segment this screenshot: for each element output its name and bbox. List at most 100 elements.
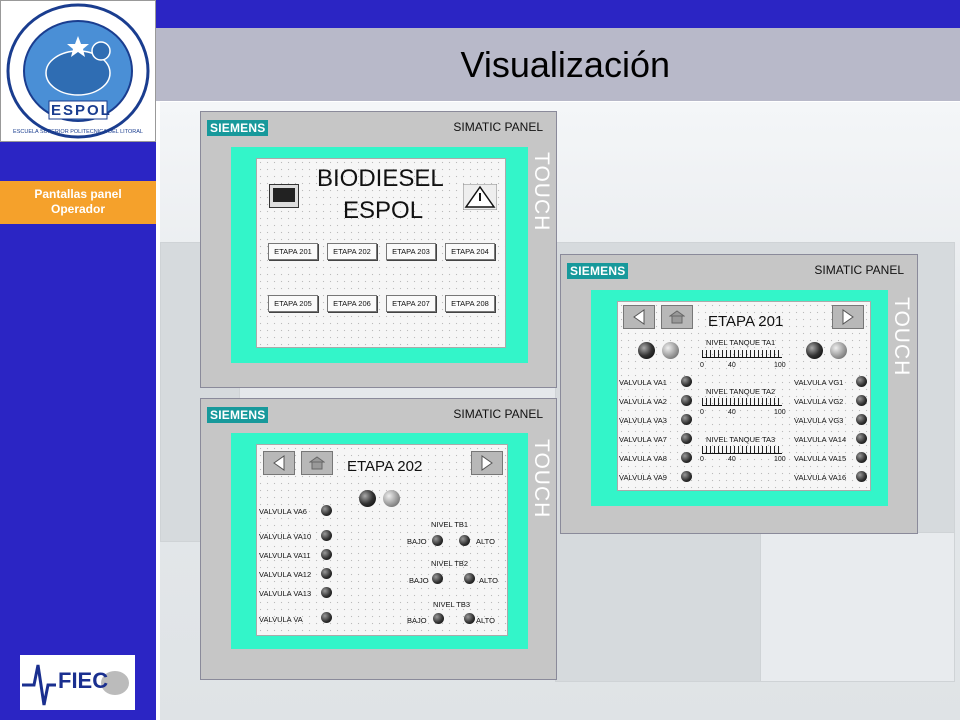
etapa-205-button[interactable]: ETAPA 205 bbox=[268, 295, 318, 312]
valve-label: VALVULA VA7 bbox=[619, 435, 667, 444]
back-button[interactable] bbox=[263, 451, 295, 475]
tank-level-label: NIVEL TANQUE TA3 bbox=[706, 435, 776, 444]
valve-indicator bbox=[321, 530, 332, 541]
home-button[interactable] bbox=[301, 451, 333, 475]
valve-label: VALVULA VA9 bbox=[619, 473, 667, 482]
valve-indicator bbox=[681, 395, 692, 406]
valve-label: VALVULA VA2 bbox=[619, 397, 667, 406]
forward-button[interactable] bbox=[471, 451, 503, 475]
status-indicator bbox=[359, 490, 376, 507]
tick-label: 0 bbox=[700, 362, 704, 369]
valve-indicator bbox=[856, 433, 867, 444]
valve-indicator bbox=[321, 568, 332, 579]
forward-button[interactable] bbox=[832, 305, 864, 329]
status-indicator bbox=[806, 342, 823, 359]
valve-indicator bbox=[681, 376, 692, 387]
level-high-label: ALTO bbox=[476, 616, 495, 625]
home-icon bbox=[669, 310, 685, 324]
warning-icon bbox=[463, 184, 497, 210]
valve-label: VALVULA VA6 bbox=[259, 507, 307, 516]
background-block bbox=[760, 532, 955, 682]
level-high-label: ALTO bbox=[479, 576, 498, 585]
etapa-202-button[interactable]: ETAPA 202 bbox=[327, 243, 377, 260]
tick-label: 0 bbox=[700, 409, 704, 416]
title-band: Visualización bbox=[156, 28, 960, 101]
siemens-brand: SIEMENS bbox=[567, 263, 629, 279]
hmi-panel-etapa-202: SIEMENS SIMATIC PANEL TOUCH ETAPA 202 VA… bbox=[200, 398, 557, 680]
valve-label: VALVULA VA12 bbox=[259, 570, 312, 579]
touch-label: TOUCH bbox=[530, 152, 553, 232]
arrow-left-icon bbox=[633, 309, 645, 325]
level-high-indicator bbox=[464, 573, 475, 584]
simatic-model: SIMATIC PANEL bbox=[453, 407, 543, 421]
back-button[interactable] bbox=[623, 305, 655, 329]
valve-indicator bbox=[321, 612, 332, 623]
tick-label: 40 bbox=[728, 456, 736, 463]
valve-indicator bbox=[856, 414, 867, 425]
arrow-right-icon bbox=[842, 309, 854, 325]
level-low-indicator bbox=[432, 535, 443, 546]
valve-indicator bbox=[681, 452, 692, 463]
touch-label: TOUCH bbox=[890, 297, 913, 377]
siemens-brand: SIEMENS bbox=[207, 407, 269, 423]
sidebar-tag-line2: Operador bbox=[50, 202, 105, 216]
level-low-label: BAJO bbox=[407, 616, 427, 625]
screen-title: ETAPA 202 bbox=[347, 458, 423, 475]
etapa-201-button[interactable]: ETAPA 201 bbox=[268, 243, 318, 260]
computer-icon bbox=[269, 184, 299, 208]
valve-label: VALVULA VG3 bbox=[794, 416, 844, 425]
valve-label: VALVULA VA bbox=[259, 615, 303, 624]
tick-label: 100 bbox=[774, 456, 786, 463]
level-low-indicator bbox=[433, 613, 444, 624]
tick-label: 100 bbox=[774, 362, 786, 369]
valve-label: VALVULA VA1 bbox=[619, 378, 667, 387]
main-title-line1: BIODIESEL bbox=[317, 165, 444, 192]
etapa-204-button[interactable]: ETAPA 204 bbox=[445, 243, 495, 260]
status-indicator bbox=[638, 342, 655, 359]
valve-indicator bbox=[856, 471, 867, 482]
valve-label: VALVULA VA15 bbox=[794, 454, 847, 463]
arrow-right-icon bbox=[481, 455, 493, 471]
tank-level-scale bbox=[702, 350, 782, 358]
tick-label: 0 bbox=[700, 456, 704, 463]
valve-indicator bbox=[681, 471, 692, 482]
status-indicator bbox=[830, 342, 847, 359]
siemens-brand: SIEMENS bbox=[207, 120, 269, 136]
valve-label: VALVULA VA14 bbox=[794, 435, 847, 444]
main-title-line2: ESPOL bbox=[343, 197, 424, 224]
home-button[interactable] bbox=[661, 305, 693, 329]
tank-level-scale bbox=[702, 398, 782, 406]
etapa-207-button[interactable]: ETAPA 207 bbox=[386, 295, 436, 312]
level-label: NIVEL TB2 bbox=[431, 559, 469, 568]
tank-level-label: NIVEL TANQUE TA2 bbox=[706, 387, 776, 396]
screen-title: ETAPA 201 bbox=[708, 313, 784, 330]
level-low-label: BAJO bbox=[407, 537, 427, 546]
valve-indicator bbox=[681, 414, 692, 425]
espol-logo-ring-text: ESCUELA SUPERIOR POLITECNICA DEL LITORAL bbox=[13, 129, 143, 135]
level-high-indicator bbox=[464, 613, 475, 624]
valve-indicator bbox=[321, 549, 332, 560]
home-icon bbox=[309, 456, 325, 470]
valve-label: VALVULA VA16 bbox=[794, 473, 847, 482]
etapa-206-button[interactable]: ETAPA 206 bbox=[327, 295, 377, 312]
level-low-label: BAJO bbox=[409, 576, 429, 585]
valve-indicator bbox=[681, 433, 692, 444]
slide-title: Visualización bbox=[460, 44, 670, 85]
simatic-model: SIMATIC PANEL bbox=[453, 120, 543, 134]
valve-label: VALVULA VG1 bbox=[794, 378, 844, 387]
sidebar-tag-line1: Pantallas panel bbox=[34, 187, 122, 201]
valve-indicator bbox=[321, 587, 332, 598]
hmi-panel-main: SIEMENS SIMATIC PANEL TOUCH BIODIESEL ES… bbox=[200, 111, 557, 388]
hmi-screen-main: BIODIESEL ESPOL ETAPA 201 ETAPA 202 ETAP… bbox=[256, 158, 506, 348]
status-indicator bbox=[383, 490, 400, 507]
hmi-screen-etapa-201: ETAPA 201 NIVEL TANQUE TA1 0 40 100 NIVE… bbox=[617, 301, 871, 491]
fiec-logo: FIEC bbox=[20, 655, 135, 710]
top-band bbox=[156, 0, 960, 28]
tick-label: 40 bbox=[728, 362, 736, 369]
level-label: NIVEL TB3 bbox=[433, 600, 471, 609]
level-high-indicator bbox=[459, 535, 470, 546]
status-indicator bbox=[662, 342, 679, 359]
espol-logo-text: ESPOL bbox=[51, 102, 112, 119]
etapa-208-button[interactable]: ETAPA 208 bbox=[445, 295, 495, 312]
etapa-203-button[interactable]: ETAPA 203 bbox=[386, 243, 436, 260]
